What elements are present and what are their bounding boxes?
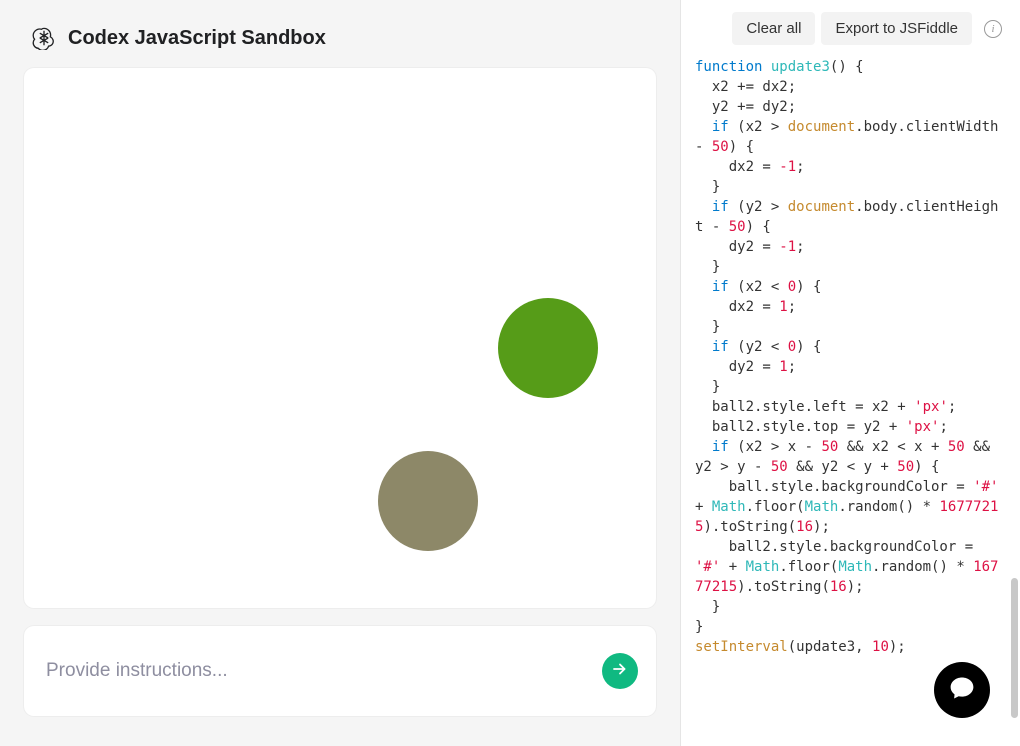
logo-icon: [32, 26, 56, 50]
scrollbar[interactable]: [1010, 68, 1018, 728]
info-icon[interactable]: i: [984, 20, 1002, 38]
sandbox-canvas[interactable]: [24, 68, 656, 608]
export-button[interactable]: Export to JSFiddle: [821, 12, 972, 45]
scrollbar-thumb[interactable]: [1011, 578, 1018, 718]
page-title: Codex JavaScript Sandbox: [68, 27, 326, 50]
clear-all-button[interactable]: Clear all: [732, 12, 815, 45]
toolbar: Clear all Export to JSFiddle i: [681, 0, 1020, 53]
submit-button[interactable]: [602, 653, 638, 689]
left-pane: Codex JavaScript Sandbox: [0, 0, 680, 746]
code-scroll[interactable]: function update3() { x2 += dx2; y2 += dy…: [681, 53, 1020, 746]
header: Codex JavaScript Sandbox: [24, 20, 656, 68]
code-editor[interactable]: function update3() { x2 += dx2; y2 += dy…: [681, 53, 1020, 677]
app-root: Codex JavaScript Sandbox Clear all Expor…: [0, 0, 1020, 746]
arrow-right-icon: [611, 660, 629, 683]
instruction-bar: [24, 626, 656, 716]
chat-launcher-button[interactable]: [934, 662, 990, 718]
ball-2: [378, 451, 478, 551]
instruction-input[interactable]: [46, 660, 602, 682]
right-pane: Clear all Export to JSFiddle i function …: [680, 0, 1020, 746]
chat-icon: [948, 674, 976, 707]
ball-1: [498, 298, 598, 398]
